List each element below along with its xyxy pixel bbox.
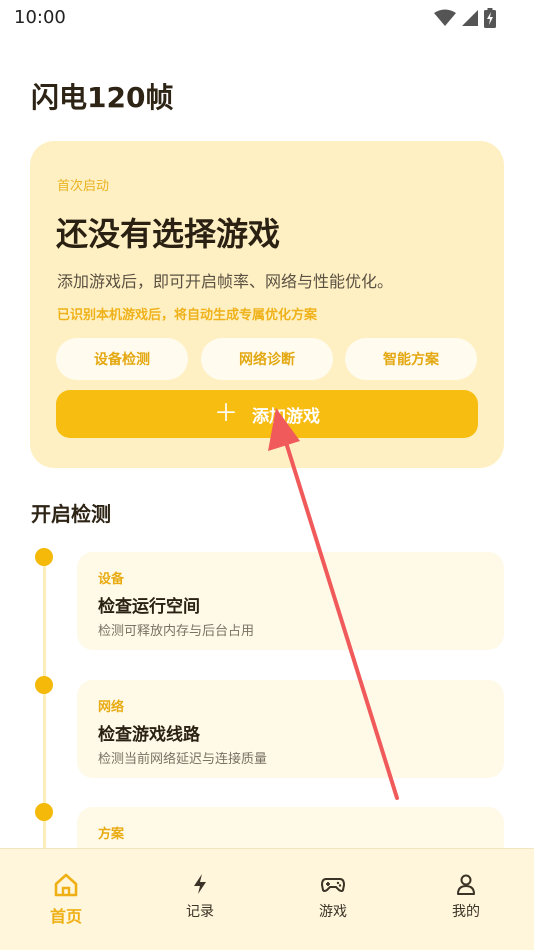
hero-note: 已识别本机游戏后，将自动生成专属优化方案 (57, 308, 318, 323)
step-tag: 方案 (98, 827, 125, 842)
hero-heading: 还没有选择游戏 (56, 215, 281, 253)
device-check-chip[interactable]: 设备检测 (56, 338, 188, 380)
hero-description: 添加游戏后，即可开启帧率、网络与性能优化。 (57, 272, 394, 291)
user-icon (457, 874, 475, 895)
hero-eyebrow: 首次启动 (57, 179, 110, 194)
status-icons (434, 8, 496, 28)
nav-item-profile[interactable]: 我的 (426, 873, 506, 921)
step-card-device[interactable]: 设备 检查运行空间 检测可释放内存与后台占用 (77, 552, 504, 650)
step-tag: 网络 (98, 700, 125, 715)
add-game-button[interactable]: ＋ 添加游戏 (56, 390, 478, 438)
nav-item-records[interactable]: 记录 (160, 873, 240, 921)
timeline-dot (35, 676, 53, 694)
bottom-nav: 首页 记录 游戏 我的 (0, 848, 534, 950)
plus-icon: ＋ (214, 398, 238, 427)
wifi-icon (434, 9, 456, 26)
step-title: 检查游戏线路 (98, 725, 200, 745)
nav-label-home: 首页 (49, 907, 82, 926)
add-game-label: 添加游戏 (252, 406, 320, 427)
nav-label-games: 游戏 (319, 904, 347, 920)
nav-label-records: 记录 (186, 904, 214, 920)
step-desc: 检测当前网络延迟与连接质量 (98, 752, 268, 767)
home-icon (54, 873, 78, 897)
status-bar: 10:00 (0, 0, 534, 36)
smart-plan-chip[interactable]: 智能方案 (345, 338, 477, 380)
timeline-dot (35, 803, 53, 821)
timeline-dot (35, 548, 53, 566)
step-desc: 检测可释放内存与后台占用 (98, 624, 255, 639)
step-card-network[interactable]: 网络 检查游戏线路 检测当前网络延迟与连接质量 (77, 680, 504, 778)
nav-item-home[interactable]: 首页 (26, 873, 106, 927)
section-title: 开启检测 (31, 502, 111, 526)
nav-label-profile: 我的 (452, 904, 480, 920)
lightning-icon (194, 874, 206, 894)
battery-charging-icon (484, 8, 496, 28)
gamepad-icon (321, 878, 345, 892)
nav-item-games[interactable]: 游戏 (293, 873, 373, 921)
signal-icon (462, 10, 478, 26)
network-diagnosis-chip[interactable]: 网络诊断 (201, 338, 333, 380)
status-time: 10:00 (14, 7, 66, 28)
step-tag: 设备 (98, 572, 125, 587)
hero-card: 首次启动 还没有选择游戏 添加游戏后，即可开启帧率、网络与性能优化。 已识别本机… (30, 141, 504, 468)
step-title: 检查运行空间 (98, 597, 200, 617)
app-title: 闪电120帧 (31, 81, 174, 114)
